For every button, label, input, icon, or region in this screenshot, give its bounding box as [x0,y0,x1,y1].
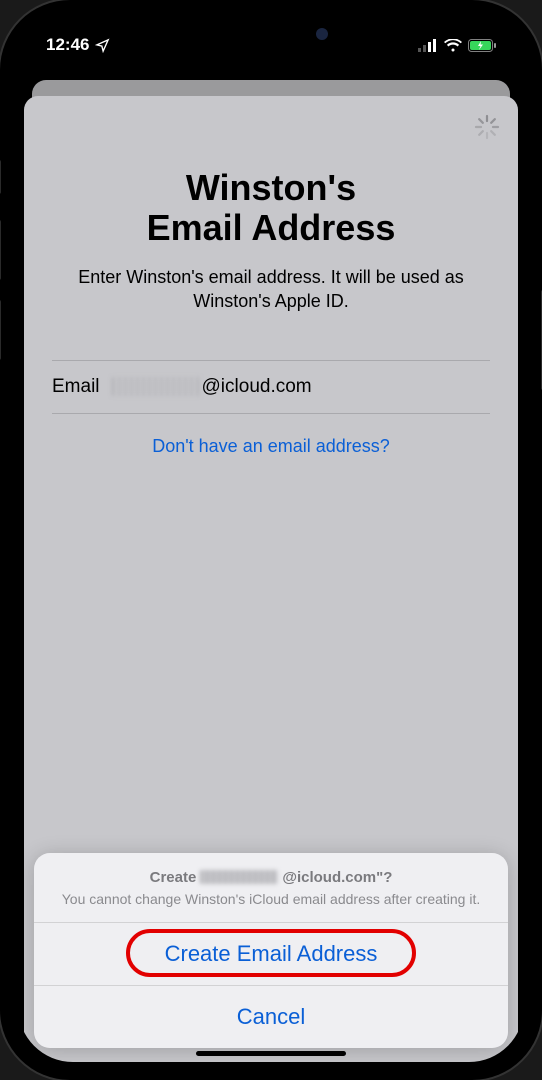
wifi-icon [444,39,462,52]
redacted-username [200,870,278,884]
email-domain: @icloud.com [202,376,312,398]
action-sheet-title-prefix: Create [150,869,197,886]
no-email-link[interactable]: Don't have an email address? [152,436,390,456]
home-indicator[interactable] [196,1051,346,1056]
create-email-address-button[interactable]: Create Email Address [34,923,508,986]
email-field-row[interactable]: Email @icloud.com [52,360,490,414]
battery-charging-icon [468,39,496,52]
page-title: Winston's Email Address [52,168,490,247]
action-sheet-title: Create @icloud.com"? [52,869,490,886]
cellular-signal-icon [418,39,438,52]
cancel-button[interactable]: Cancel [34,986,508,1048]
device-notch [166,18,376,50]
status-time: 12:46 [46,35,89,55]
modal-sheet: Winston's Email Address Enter Winston's … [24,96,518,1062]
create-email-address-label: Create Email Address [165,941,378,966]
email-field-value: @icloud.com [112,376,312,398]
redacted-username [112,377,200,396]
email-field-label: Email [52,376,100,398]
action-sheet-header: Create @icloud.com"? You cannot change W… [34,853,508,923]
loading-spinner-icon [474,114,500,140]
action-sheet-title-suffix: @icloud.com"? [282,869,392,886]
action-sheet: Create @icloud.com"? You cannot change W… [34,853,508,1048]
page-subtitle: Enter Winston's email address. It will b… [52,265,490,314]
location-icon [95,38,110,53]
action-sheet-subtitle: You cannot change Winston's iCloud email… [52,890,490,908]
